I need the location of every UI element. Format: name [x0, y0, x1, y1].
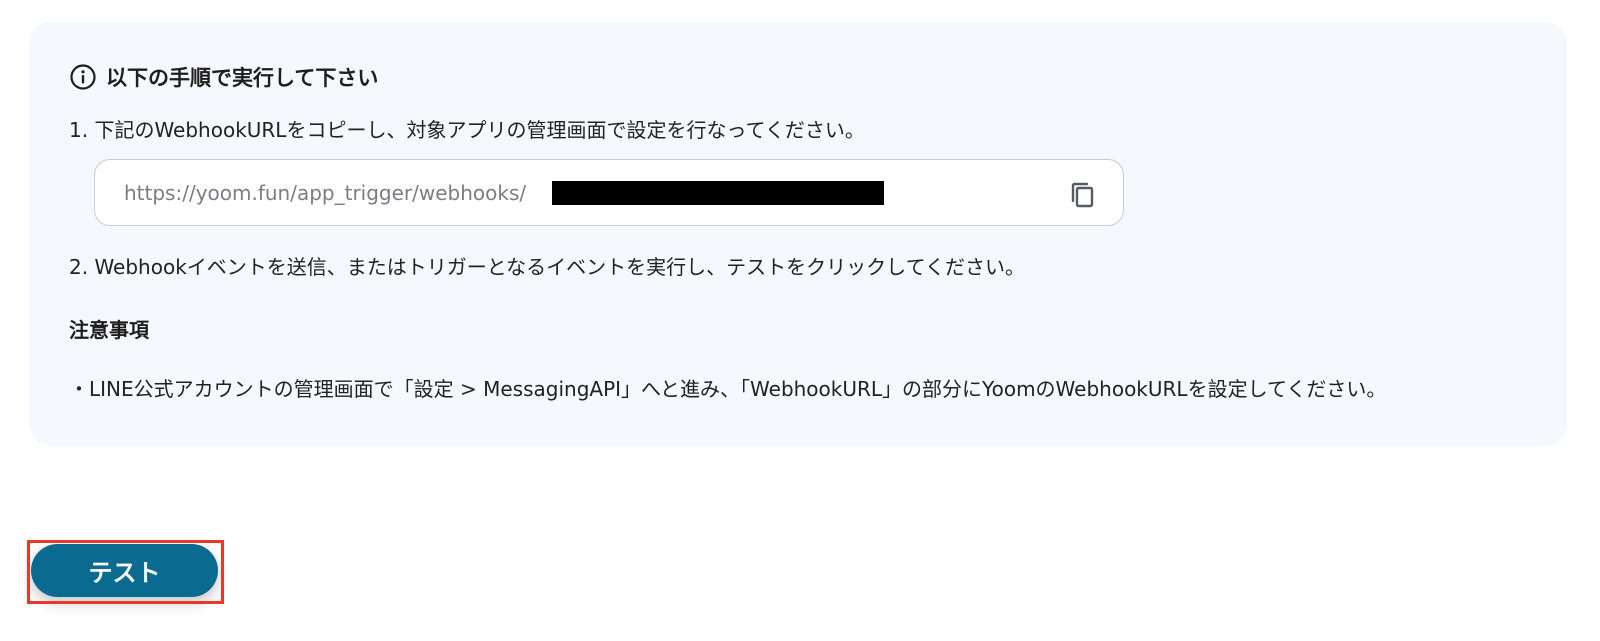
step-2-text: 2. Webhookイベントを送信、またはトリガーとなるイベントを実行し、テスト… — [69, 255, 1025, 279]
notes-title: 注意事項 — [69, 318, 149, 342]
redacted-block — [552, 181, 884, 205]
notes-text: ・LINE公式アカウントの管理画面で「設定 > MessagingAPI」へと進… — [69, 377, 1387, 401]
instructions-heading-text: 以下の手順で実行して下さい — [106, 66, 379, 90]
webhook-url-text[interactable]: https://yoom.fun/app_trigger/webhooks/ — [124, 181, 526, 205]
test-button[interactable]: テスト — [31, 544, 218, 597]
copy-icon[interactable] — [1067, 179, 1099, 211]
instructions-panel: 以下の手順で実行して下さい 1. 下記のWebhookURLをコピーし、対象アプ… — [29, 22, 1567, 446]
info-icon — [70, 64, 96, 90]
instructions-heading: 以下の手順で実行して下さい — [69, 62, 378, 92]
webhook-url-field[interactable]: https://yoom.fun/app_trigger/webhooks/ — [94, 159, 1124, 226]
step-1-text: 1. 下記のWebhookURLをコピーし、対象アプリの管理画面で設定を行なって… — [69, 118, 865, 142]
